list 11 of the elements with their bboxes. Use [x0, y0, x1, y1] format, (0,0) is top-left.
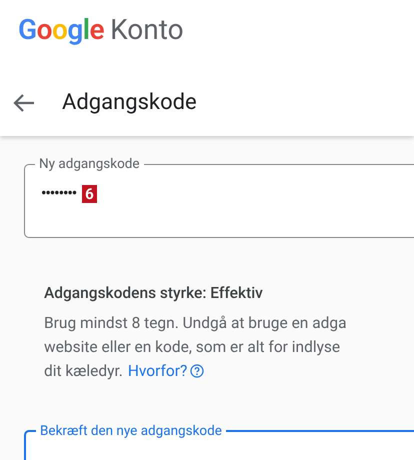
password-value: ••••••••	[41, 183, 76, 204]
strength-heading: Adgangskodens styrke: Effektiv	[44, 283, 264, 304]
advice-text: website eller en kode, som er alt for indlyse	[44, 337, 340, 358]
logo-wordmark: Google	[18, 12, 104, 48]
why-link[interactable]: Hvorfor?	[128, 359, 188, 384]
annotation-marker: 6	[82, 184, 97, 202]
page-title: Adgangskode	[62, 89, 197, 117]
help-icon[interactable]	[190, 364, 204, 378]
advice-text: dit kæledyr.	[44, 361, 123, 382]
advice-text: Brug mindst 8 tegn. Undgå at bruge en adga	[44, 313, 346, 334]
product-name: Konto	[110, 12, 184, 48]
